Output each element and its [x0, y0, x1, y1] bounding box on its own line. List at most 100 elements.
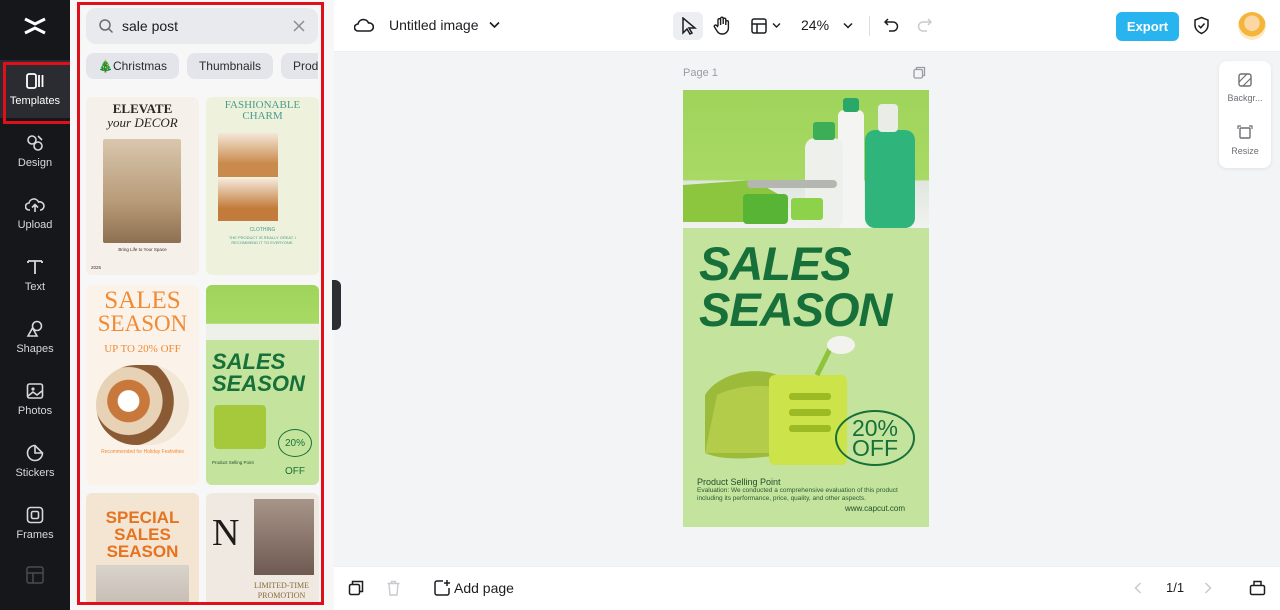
template-photo	[218, 179, 278, 221]
add-page-button[interactable]: Add page	[454, 580, 514, 596]
selling-point-heading[interactable]: Product Selling Point	[697, 477, 781, 487]
chevron-down-icon[interactable]	[489, 21, 500, 29]
template-subtitle: SEASON	[97, 311, 188, 336]
rail-item-design[interactable]: Design	[0, 122, 70, 180]
export-button[interactable]: Export	[1116, 12, 1179, 41]
shield-check-icon[interactable]	[1193, 16, 1210, 35]
layout-chevron-down-icon[interactable]	[772, 22, 781, 29]
template-subtitle: your DECOR	[107, 115, 178, 130]
chip-product[interactable]: Product	[280, 53, 318, 79]
template-card-sales-season-green[interactable]: SALES SEASON 20% OFF Product Selling Poi…	[206, 285, 319, 485]
design-canvas[interactable]: SALES SEASON 20% OFF Product Selling Poi…	[683, 90, 929, 527]
category-chips: 🎄Christmas Thumbnails Product	[86, 53, 318, 79]
background-icon	[1238, 73, 1252, 87]
rail-item-label: Templates	[9, 95, 61, 107]
rail-item-templates[interactable]: Templates	[0, 60, 73, 124]
duplicate-icon[interactable]	[348, 580, 364, 596]
template-caption: UP TO 20% OFF	[104, 343, 181, 355]
template-body: PROMOTION	[257, 591, 306, 600]
app: Templates Design Upload Text Shapes Phot…	[0, 0, 1280, 610]
template-card-fashionable-charm[interactable]: FASHIONABLE CHARM CLOTHING THE PRODUCT I…	[206, 97, 319, 275]
add-page-icon[interactable]	[433, 579, 451, 597]
template-year: 2025	[91, 265, 102, 270]
apps-grid-icon[interactable]	[26, 566, 44, 584]
previous-page-icon[interactable]	[1134, 582, 1142, 594]
duplicate-page-icon[interactable]	[913, 66, 926, 79]
shapes-icon	[26, 320, 43, 337]
user-avatar[interactable]	[1238, 12, 1266, 40]
rail-item-label: Frames	[16, 529, 54, 541]
canvas-cleaning-photo[interactable]	[683, 90, 929, 228]
photos-icon	[26, 383, 44, 399]
canvas-brush-holder-illustration[interactable]	[697, 335, 857, 470]
hand-tool-icon[interactable]	[713, 16, 731, 35]
next-page-icon[interactable]	[1204, 582, 1212, 594]
toolbar-divider	[869, 16, 870, 36]
template-card-elevate-decor[interactable]: ELEVATE your DECOR Bring Life to Your Sp…	[86, 97, 199, 275]
background-label: Backgr...	[1227, 93, 1263, 103]
template-photo	[103, 139, 181, 243]
canvas-side-panel: Backgr... Resize	[1219, 61, 1271, 168]
template-card-sales-season-food[interactable]: SALES SEASON UP TO 20% OFF Recommended f…	[86, 285, 199, 485]
rail-item-label: Upload	[17, 219, 53, 231]
template-grid: ELEVATE your DECOR Bring Life to Your Sp…	[86, 97, 319, 605]
undo-icon[interactable]	[883, 17, 899, 33]
search-input[interactable]: sale post	[122, 18, 292, 34]
page-label: Page 1	[683, 67, 718, 79]
rail-item-shapes[interactable]: Shapes	[0, 308, 70, 366]
template-caption: Bring Life to Your Space	[118, 247, 167, 252]
pages-panel-icon[interactable]	[1249, 579, 1266, 596]
rail-item-label: Text	[24, 281, 46, 293]
rail-item-text[interactable]: Text	[0, 246, 70, 304]
rail-item-upload[interactable]: Upload	[0, 184, 70, 242]
template-discount: 20% OFF	[278, 429, 312, 477]
page-counter: 1/1	[1166, 580, 1185, 595]
cloud-sync-icon[interactable]	[354, 17, 374, 35]
chip-christmas[interactable]: 🎄Christmas	[86, 53, 179, 79]
capcut-logo-icon[interactable]	[21, 12, 49, 40]
template-subtitle: CHARM	[242, 110, 283, 122]
canvas-url[interactable]: www.capcut.com	[845, 504, 905, 513]
redo-icon[interactable]	[917, 17, 933, 33]
rail-item-frames[interactable]: Frames	[0, 494, 70, 552]
template-body: THE PRODUCT IS REALLY GREAT. I RECOMMEND…	[228, 235, 297, 245]
clear-search-icon[interactable]	[292, 19, 306, 33]
trash-icon[interactable]	[386, 580, 401, 596]
template-caption: CLOTHING	[249, 227, 276, 233]
discount-off: OFF	[852, 435, 898, 461]
templates-icon	[26, 73, 44, 89]
template-title: SPECIAL	[105, 508, 180, 527]
rail-item-label: Shapes	[16, 343, 54, 355]
rail-item-photos[interactable]: Photos	[0, 370, 70, 428]
cleaning-supplies-illustration	[683, 98, 915, 228]
canvas-headline-line2[interactable]: SEASON	[699, 282, 892, 337]
background-button[interactable]: Backgr...	[1219, 72, 1271, 103]
template-search-bar[interactable]: sale post	[86, 8, 318, 44]
zoom-chevron-down-icon[interactable]	[843, 22, 853, 29]
discount-badge[interactable]: 20% OFF	[835, 410, 915, 466]
template-photo	[218, 133, 278, 177]
upload-cloud-icon	[25, 198, 45, 212]
layout-icon[interactable]	[750, 17, 768, 35]
zoom-level[interactable]: 24%	[801, 17, 829, 33]
template-card-special-sales[interactable]: SPECIAL SALES SEASON	[86, 493, 199, 605]
rail-item-stickers[interactable]: Stickers	[0, 432, 70, 490]
rail-item-label: Photos	[17, 405, 53, 417]
template-photo	[206, 285, 319, 340]
template-subtitle-2: SEASON	[106, 542, 179, 561]
template-body: Recommended for Holiday Festivities	[101, 449, 184, 455]
resize-button[interactable]: Resize	[1219, 125, 1271, 156]
resize-label: Resize	[1231, 146, 1259, 156]
template-photo	[96, 565, 189, 605]
design-icon	[27, 135, 43, 151]
chip-thumbnails[interactable]: Thumbnails	[186, 53, 273, 79]
template-photo	[96, 365, 189, 445]
collapse-panel-handle[interactable]	[332, 280, 341, 330]
template-card-limited-time[interactable]: N LIMITED-TIME PROMOTION	[206, 493, 319, 605]
template-subtitle: SEASON	[212, 371, 305, 396]
document-title[interactable]: Untitled image	[389, 17, 479, 33]
template-photo	[254, 499, 314, 575]
selling-point-body[interactable]: Evaluation: We conducted a comprehensive…	[697, 487, 917, 503]
stickers-icon	[26, 444, 44, 462]
search-icon	[99, 19, 114, 34]
